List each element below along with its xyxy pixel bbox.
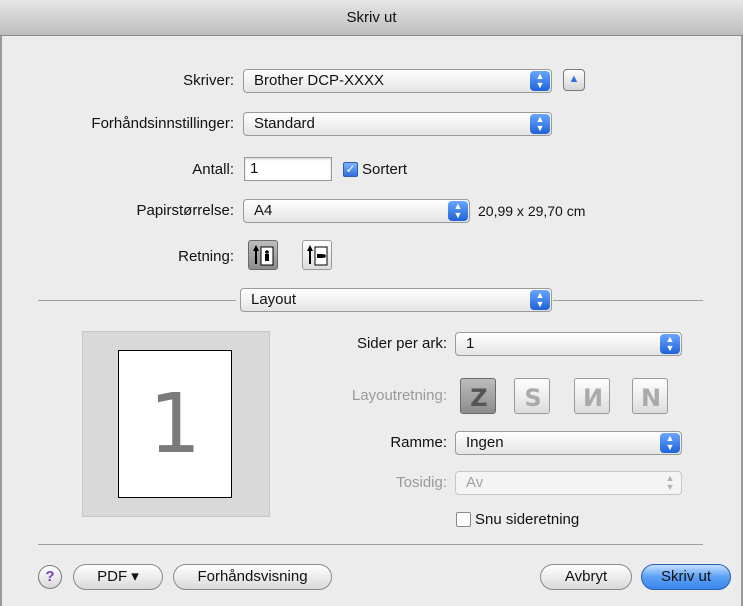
svg-text:И: И <box>583 384 603 412</box>
paper-size-value: A4 <box>254 202 273 219</box>
two-sided-value: Av <box>466 474 484 491</box>
section-rule-left <box>38 300 236 301</box>
pages-per-sheet-popup[interactable]: 1 ▲ ▼ <box>455 332 682 356</box>
orientation-portrait-button[interactable] <box>248 240 278 270</box>
reverse-n-layout-icon: N <box>641 384 661 412</box>
layout-direction-reverse-n-button[interactable]: N <box>632 378 668 414</box>
printer-label: Skriver: <box>183 72 234 89</box>
pdf-button[interactable]: PDF ▾ <box>73 564 163 590</box>
svg-text:Z: Z <box>470 384 487 412</box>
up-down-chevron-icon: ▲ ▼ <box>660 433 680 453</box>
up-down-chevron-icon: ▲ ▼ <box>530 290 550 310</box>
border-label: Ramme: <box>390 434 447 451</box>
preview-button[interactable]: Forhåndsvisning <box>173 564 332 590</box>
layout-direction-n-button[interactable]: И <box>574 378 610 414</box>
copies-field[interactable]: 1 <box>244 157 332 181</box>
paper-dimensions: 20,99 x 29,70 cm <box>478 203 586 219</box>
print-button[interactable]: Skriv ut <box>641 564 731 590</box>
reverse-z-layout-icon: S <box>524 384 541 412</box>
presets-value: Standard <box>254 115 315 132</box>
help-icon[interactable]: ? <box>38 565 62 589</box>
disclosure-triangle-up-icon[interactable]: ▲ <box>563 69 585 91</box>
pages-per-sheet-value: 1 <box>466 335 475 352</box>
copies-label: Antall: <box>192 161 234 178</box>
printer-value: Brother DCP-XXXX <box>254 72 385 89</box>
presets-popup[interactable]: Standard ▲ ▼ <box>243 112 552 136</box>
presets-label: Forhåndsinnstillinger: <box>91 115 234 132</box>
pages-per-sheet-label: Sider per ark: <box>356 335 447 352</box>
preview-page: 1 <box>118 350 232 498</box>
collate-label: Sortert <box>362 161 408 178</box>
up-down-chevron-icon: ▲ ▼ <box>448 201 468 221</box>
z-layout-icon: Z <box>470 384 487 412</box>
two-sided-popup[interactable]: Av ▲ ▼ <box>455 471 682 495</box>
paper-size-label: Papirstørrelse: <box>136 202 234 219</box>
layout-direction-s-button[interactable]: S <box>514 378 550 414</box>
two-sided-label: Tosidig: <box>396 474 447 491</box>
collate-checkbox[interactable]: ✓ <box>343 162 358 177</box>
printer-popup[interactable]: Brother DCP-XXXX ▲ ▼ <box>243 69 552 93</box>
section-value: Layout <box>251 291 297 308</box>
cancel-button[interactable]: Avbryt <box>540 564 632 590</box>
border-value: Ingen <box>466 434 504 451</box>
up-down-chevron-icon: ▲ ▼ <box>660 334 680 354</box>
svg-text:N: N <box>641 384 661 412</box>
n-layout-icon: И <box>583 384 603 412</box>
portrait-orientation-icon <box>253 245 274 266</box>
section-popup[interactable]: Layout ▲ ▼ <box>240 288 552 312</box>
landscape-orientation-icon <box>307 245 328 266</box>
orientation-landscape-button[interactable] <box>302 240 332 270</box>
footer-rule <box>38 544 703 545</box>
layout-direction-z-button[interactable]: Z <box>460 378 496 414</box>
orientation-label: Retning: <box>178 248 234 265</box>
window-title: Skriv ut <box>0 0 743 36</box>
preview-page-number: 1 <box>148 377 202 472</box>
reverse-orientation-checkbox[interactable] <box>456 512 471 527</box>
up-down-chevron-icon: ▲ ▼ <box>665 473 675 492</box>
border-popup[interactable]: Ingen ▲ ▼ <box>455 431 682 455</box>
layout-direction-label: Layoutretning: <box>351 387 447 404</box>
section-rule-right <box>553 300 703 301</box>
paper-size-popup[interactable]: A4 ▲ ▼ <box>243 199 470 223</box>
reverse-orientation-label: Snu sideretning <box>475 511 580 528</box>
up-down-chevron-icon: ▲ ▼ <box>530 71 550 91</box>
up-down-chevron-icon: ▲ ▼ <box>530 114 550 134</box>
svg-text:S: S <box>524 384 541 412</box>
